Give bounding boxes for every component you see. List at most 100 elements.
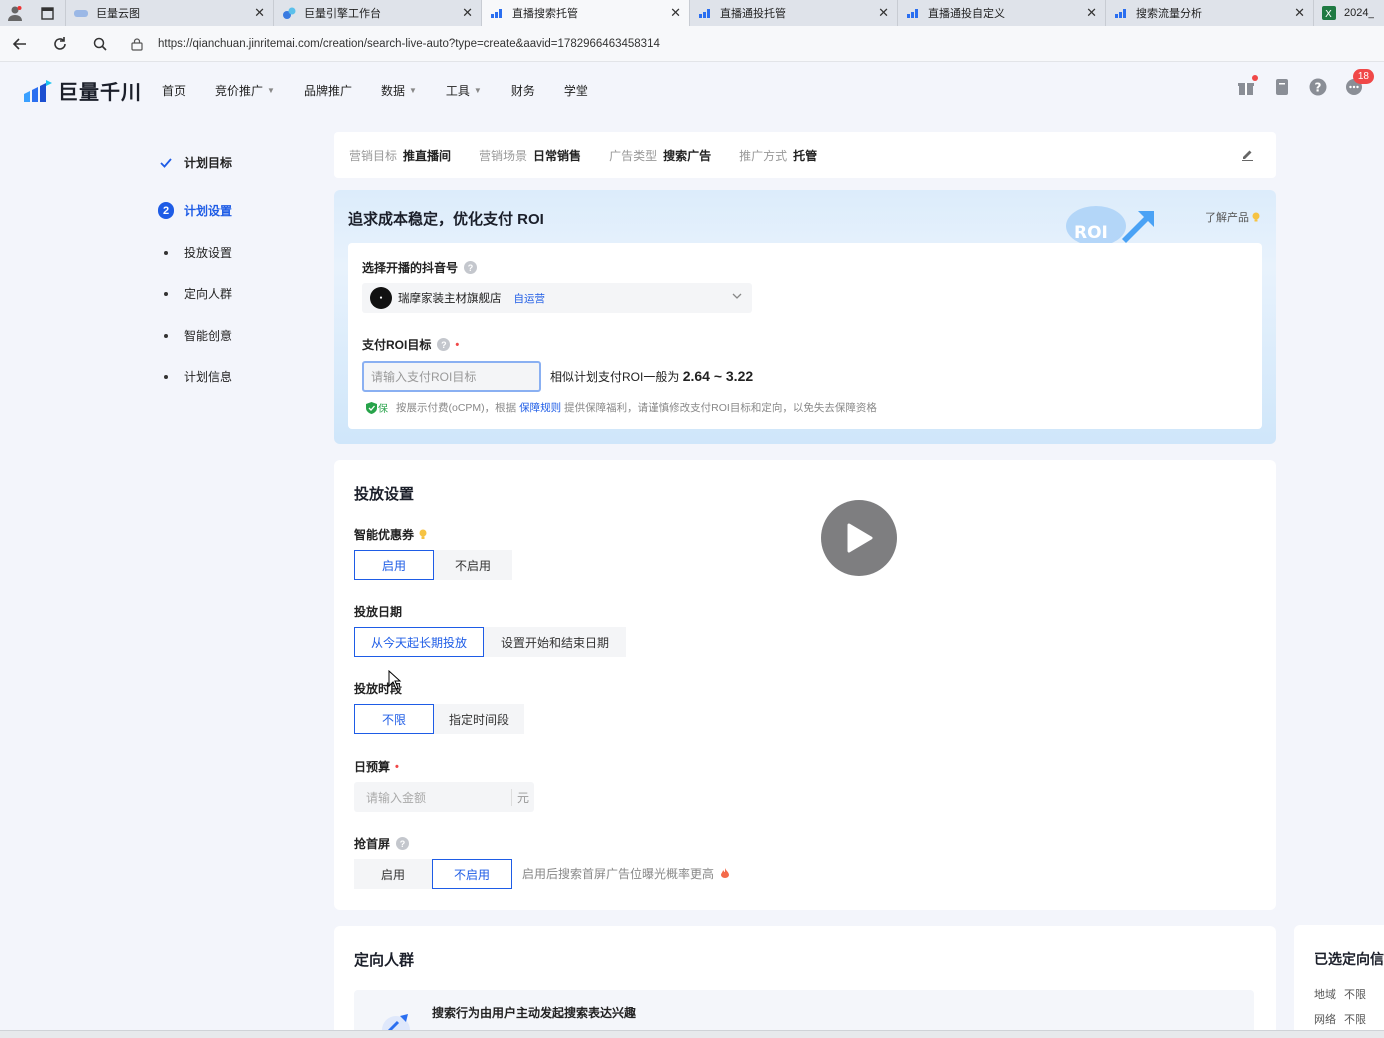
sidebar-item-creative[interactable]: 智能创意	[158, 327, 232, 344]
qianchuan-icon	[698, 6, 712, 20]
tab-label: 直播通投托管	[720, 8, 786, 20]
back-arrow-icon[interactable]	[0, 26, 40, 62]
coupon-enable-option[interactable]: 启用	[354, 550, 434, 580]
date-range-option[interactable]: 设置开始和结束日期	[484, 627, 626, 657]
budget-label: 日预算 •	[354, 758, 399, 775]
section-title: 投放设置	[354, 486, 415, 503]
cloud-chart-icon	[74, 6, 88, 20]
logo-text: 巨量千川	[58, 82, 142, 104]
site-info-icon[interactable]	[130, 37, 144, 51]
required-mark: •	[455, 338, 460, 351]
document-icon[interactable]	[1272, 77, 1292, 97]
url-field[interactable]: https://qianchuan.jinritemai.com/creatio…	[130, 31, 1384, 57]
sidebar-item-targeting[interactable]: 定向人群	[158, 285, 232, 302]
summary-marketing-goal: 营销目标 推直播间	[349, 147, 451, 164]
help-icon[interactable]: ?	[464, 261, 478, 274]
panel-title: 已选定向信	[1314, 951, 1384, 967]
close-tab-icon[interactable]: ✕	[878, 5, 889, 21]
label-text: 选择开播的抖音号	[362, 261, 459, 275]
nav-brand[interactable]: 品牌推广	[304, 82, 352, 99]
guarantee-badge: 保	[366, 400, 388, 415]
help-icon[interactable]: ?	[1308, 77, 1328, 97]
top-nav: 首页 竞价推广 ▼ 品牌推广 数据 ▼ 工具 ▼ 财务 学堂	[162, 62, 617, 118]
message-icon[interactable]: 18	[1344, 69, 1374, 97]
sidebar-item-delivery[interactable]: 投放设置	[158, 244, 232, 261]
nav-label: 竞价推广	[215, 83, 264, 98]
browser-tab[interactable]: 搜索流量分析 ✕	[1106, 0, 1314, 26]
nav-finance[interactable]: 财务	[511, 82, 535, 99]
mouse-cursor-icon	[388, 670, 402, 690]
engine-icon	[282, 6, 296, 20]
reload-icon[interactable]	[40, 26, 80, 62]
gift-icon[interactable]	[1236, 75, 1258, 97]
sidebar-item-plan-info[interactable]: 计划信息	[158, 368, 232, 385]
guarantee-text: 提供保障福利，请谨慎修改支付ROI目标和定向，以免失去保障资格	[564, 402, 877, 414]
browser-tab-bar: 巨量云图 ✕ 巨量引擎工作台 ✕ 直播搜索托管 ✕ 直播通投托管 ✕ 直播通投自…	[0, 0, 1384, 26]
sidebar-item-label: 智能创意	[184, 329, 233, 343]
bullet-icon	[158, 374, 174, 379]
browser-tab[interactable]: 直播通投自定义 ✕	[898, 0, 1106, 26]
input-placeholder: 请输入金额	[366, 790, 427, 805]
nav-data[interactable]: 数据 ▼	[381, 82, 417, 99]
date-longterm-option[interactable]: 从今天起长期投放	[354, 627, 484, 657]
play-video-button[interactable]	[821, 500, 897, 576]
nav-tools[interactable]: 工具 ▼	[446, 82, 482, 99]
tab-label: 直播搜索托管	[512, 8, 578, 20]
summary-key: 推广方式	[739, 148, 788, 163]
sidebar-item-label: 计划设置	[184, 204, 233, 218]
nav-home[interactable]: 首页	[162, 82, 186, 99]
logo[interactable]: 巨量千川	[24, 76, 142, 105]
search-icon[interactable]	[80, 26, 120, 62]
learn-product-link[interactable]: 了解产品	[1205, 209, 1260, 225]
first-screen-disable-option[interactable]: 不启用	[432, 859, 512, 889]
coupon-disable-option[interactable]: 不启用	[434, 550, 512, 580]
sidebar-item-label: 定向人群	[184, 287, 233, 301]
edit-icon[interactable]	[1241, 148, 1254, 164]
avatar: ●	[370, 287, 392, 309]
profile-icon[interactable]	[0, 0, 30, 26]
bullet-icon	[158, 250, 174, 255]
learn-label: 了解产品	[1205, 212, 1249, 224]
hint-text: 启用后搜索首屏广告位曝光概率更高	[522, 867, 715, 881]
help-icon[interactable]: ?	[396, 837, 410, 850]
summary-scenario: 营销场景 日常销售	[479, 147, 581, 164]
help-icon[interactable]: ?	[437, 338, 451, 351]
shield-icon	[366, 401, 377, 414]
guarantee-rules-link[interactable]: 保障规则	[519, 400, 561, 415]
new-dot	[1252, 75, 1258, 81]
browser-tab[interactable]: X 2024_	[1314, 0, 1382, 26]
nav-bidding[interactable]: 竞价推广 ▼	[215, 82, 275, 99]
tab-actions-icon[interactable]	[30, 0, 66, 26]
daily-budget-input[interactable]: 请输入金额 元	[354, 782, 534, 812]
check-icon	[158, 157, 174, 168]
browser-tab[interactable]: 巨量云图 ✕	[66, 0, 274, 26]
time-unlimited-option[interactable]: 不限	[354, 704, 434, 734]
sidebar-item-plan-goal[interactable]: 计划目标	[158, 154, 232, 171]
close-tab-icon[interactable]: ✕	[1086, 5, 1097, 21]
summary-value: 托管	[793, 148, 818, 163]
sidebar-item-plan-settings[interactable]: 2 计划设置	[158, 202, 232, 219]
first-screen-enable-option[interactable]: 启用	[354, 859, 432, 889]
close-tab-icon[interactable]: ✕	[1294, 5, 1305, 21]
caret-down-icon: ▼	[408, 85, 417, 95]
close-tab-icon[interactable]: ✕	[670, 5, 681, 21]
date-label: 投放日期	[354, 605, 403, 619]
browser-tab[interactable]: 直播通投托管 ✕	[690, 0, 898, 26]
nav-academy[interactable]: 学堂	[564, 82, 588, 99]
url-text: https://qianchuan.jinritemai.com/creatio…	[158, 38, 660, 50]
roi-form: 选择开播的抖音号 ? ● 瑞摩家装主材旗舰店 自运营 支付ROI目标 ? • 请…	[348, 243, 1262, 429]
browser-tab-active[interactable]: 直播搜索托管 ✕	[482, 0, 690, 26]
close-tab-icon[interactable]: ✕	[254, 5, 265, 21]
caret-down-icon: ▼	[473, 85, 482, 95]
row-key: 网络	[1314, 1014, 1336, 1026]
roi-target-input[interactable]: 请输入支付ROI目标	[362, 361, 541, 392]
tab-label: 巨量引擎工作台	[304, 8, 381, 20]
caret-down-icon: ▼	[267, 85, 275, 95]
browser-tab[interactable]: 巨量引擎工作台 ✕	[274, 0, 482, 26]
time-specific-option[interactable]: 指定时间段	[434, 704, 524, 734]
row-key: 地域	[1314, 989, 1336, 1001]
step-number-text: 2	[158, 202, 174, 219]
close-tab-icon[interactable]: ✕	[462, 5, 473, 21]
label-text: 支付ROI目标	[362, 338, 432, 352]
account-select[interactable]: ● 瑞摩家装主材旗舰店 自运营	[362, 283, 752, 313]
